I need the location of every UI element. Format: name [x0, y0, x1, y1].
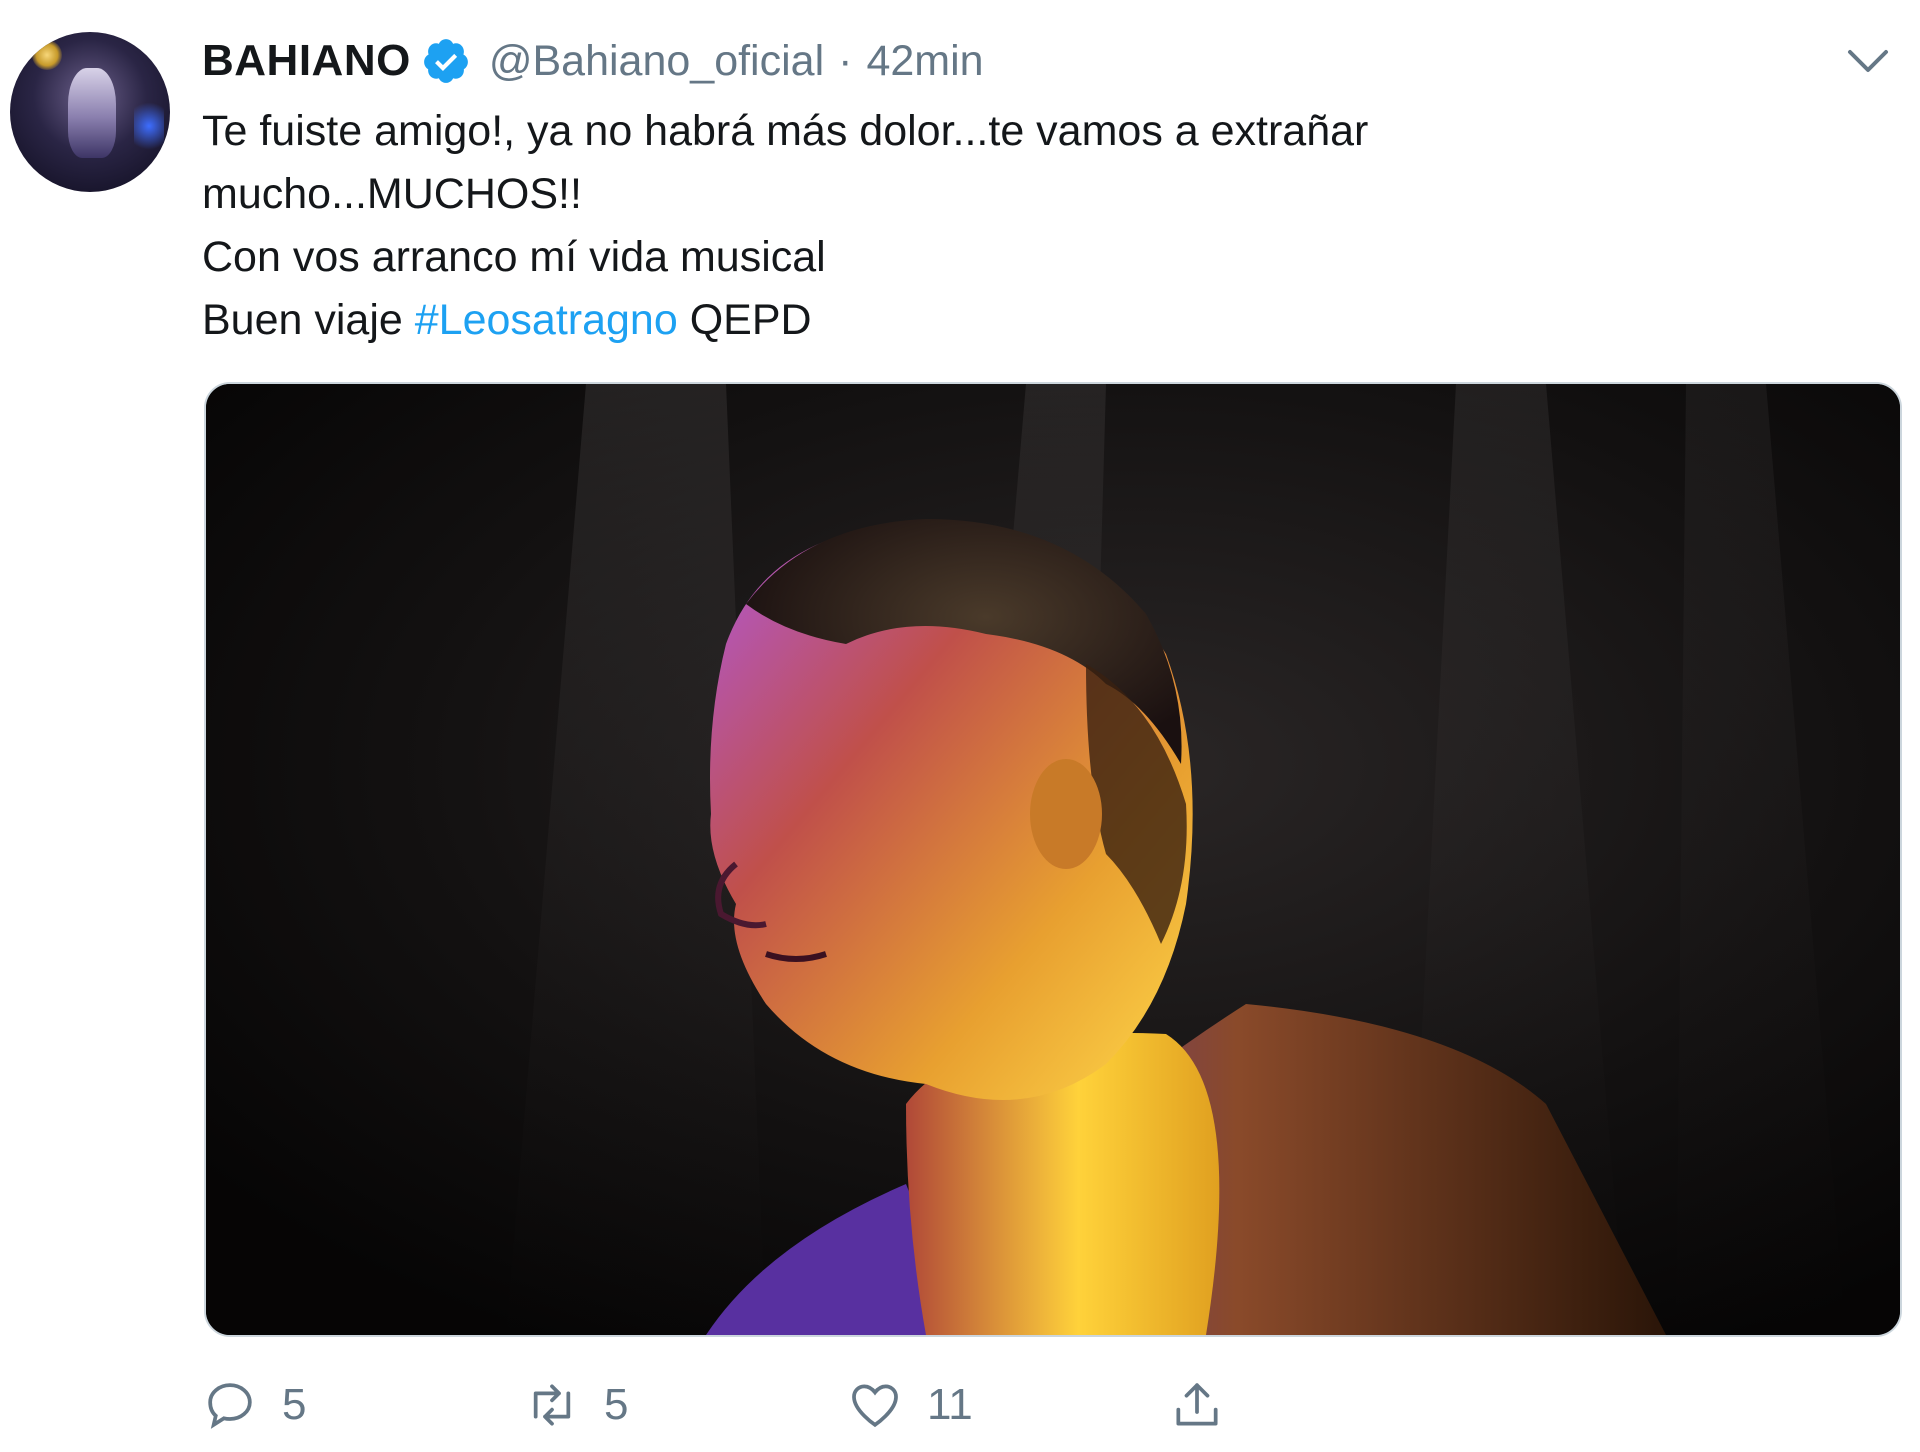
tweet-text-segment: QEPD	[677, 296, 812, 344]
avatar-stage-light	[32, 40, 62, 70]
tweet-text-segment: Buen viaje	[202, 296, 415, 344]
author-name[interactable]: BAHIANO	[202, 36, 411, 86]
author-handle[interactable]: @Bahiano_oficial	[489, 37, 824, 86]
share-button[interactable]	[1169, 1370, 1225, 1440]
tweet[interactable]: BAHIANO @Bahiano_oficial · 42min Te fuis…	[0, 0, 1920, 1452]
tweet-header: BAHIANO @Bahiano_oficial · 42min	[202, 30, 984, 92]
chevron-down-icon[interactable]	[1846, 46, 1890, 76]
like-button[interactable]: 11	[847, 1370, 973, 1440]
tweet-line: Buen viaje #Leosatragno QEPD	[202, 289, 1842, 352]
tweet-line: Te fuiste amigo!, ya no habrá más dolor.…	[202, 107, 1369, 155]
verified-badge-icon	[423, 39, 468, 83]
tweet-photo[interactable]	[204, 382, 1902, 1337]
header-separator: ·	[838, 36, 853, 85]
tweet-timestamp[interactable]: 42min	[866, 37, 983, 86]
reply-icon	[208, 1383, 252, 1429]
avatar-blue-light	[134, 96, 164, 156]
retweet-icon	[533, 1384, 571, 1426]
share-icon	[1176, 1383, 1218, 1426]
tweet-text: Te fuiste amigo!, ya no habrá más dolor.…	[202, 100, 1842, 352]
heart-icon	[852, 1384, 898, 1428]
avatar-performer	[68, 68, 116, 158]
retweet-count: 5	[604, 1380, 629, 1429]
like-count: 11	[927, 1380, 973, 1429]
photo-illustration	[206, 384, 1900, 1335]
tweet-line: mucho...MUCHOS!!	[202, 170, 582, 218]
hashtag-link[interactable]: #Leosatragno	[415, 296, 678, 344]
tweet-line: Con vos arranco mí vida musical	[202, 233, 826, 281]
tweet-actions: 5 5 11	[202, 1370, 1902, 1440]
reply-button[interactable]: 5	[202, 1370, 306, 1440]
avatar[interactable]	[10, 32, 170, 192]
reply-count: 5	[282, 1380, 307, 1429]
retweet-button[interactable]: 5	[524, 1370, 628, 1440]
